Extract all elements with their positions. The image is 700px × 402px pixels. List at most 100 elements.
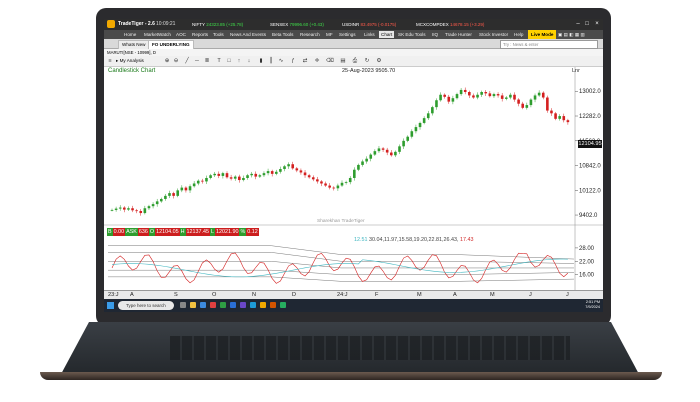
line-chart-icon[interactable]: ∿ (278, 58, 284, 64)
bar-icon[interactable]: ┃ (268, 58, 274, 64)
powerpoint-icon[interactable] (270, 302, 276, 308)
candle-body (459, 89, 463, 95)
save-icon[interactable]: ▤ (340, 58, 346, 64)
candle-body (151, 204, 155, 207)
candle-body (562, 116, 566, 121)
my-analysis-button[interactable]: ▸ My Analysis (116, 58, 144, 64)
ohlc-o-value: 12104.05 (155, 228, 180, 236)
menu-shortcut-icons[interactable]: ▣ ▤ ◧ ▦ ▥ (556, 31, 587, 38)
menu-iiq[interactable]: IIQ (430, 31, 440, 38)
indicator-icon[interactable]: ƒ (290, 58, 296, 64)
candle-icon[interactable]: ▮ (258, 58, 264, 64)
x-tick-label: A (130, 292, 134, 298)
hline-tool-icon[interactable]: ─ (194, 58, 200, 64)
zoom-in-icon[interactable]: ⊕ (164, 58, 170, 64)
x-tick-label: M (490, 292, 495, 298)
search-input[interactable]: Try : News & enter (500, 40, 598, 49)
outlook-icon[interactable] (250, 302, 256, 308)
compare-icon[interactable]: ⇄ (302, 58, 308, 64)
word-icon[interactable] (230, 302, 236, 308)
tab-fo-underlying[interactable]: FO UNDERLYING (148, 40, 194, 49)
windows-start-icon[interactable] (107, 302, 114, 309)
edge-icon[interactable] (200, 302, 206, 308)
indicator-tick-label: 22.00 (579, 259, 595, 265)
arrow-up-icon[interactable]: ↑ (236, 58, 242, 64)
task-view-icon[interactable] (180, 302, 186, 308)
menu-aoc[interactable]: AOC (174, 31, 188, 38)
file-explorer-icon[interactable] (190, 302, 196, 308)
laptop-base-edge (40, 372, 662, 380)
tradetiger-taskbar-icon[interactable] (260, 302, 266, 308)
candle-body (394, 151, 397, 156)
candle-body (353, 169, 356, 178)
ticker-mcxcompdex[interactable]: MCXCOMPDEX 14678.15 (+3.29) (416, 21, 484, 28)
candle-body (295, 168, 299, 171)
menu-research[interactable]: Research (298, 31, 322, 38)
candle-body (213, 173, 216, 176)
menu-icon[interactable]: ≡ (107, 58, 113, 64)
candle-body (131, 208, 134, 211)
candle-body (229, 177, 233, 179)
menu-marketwatch[interactable]: MarketWatch (142, 31, 173, 38)
chrome-icon[interactable] (210, 302, 216, 308)
menu-tools[interactable]: Tools (211, 31, 226, 38)
teams-icon[interactable] (240, 302, 246, 308)
candle-body (139, 210, 143, 214)
x-tick-label: S (174, 292, 178, 298)
candle-body (123, 207, 126, 210)
menu-stock-investor[interactable]: Stock Investor (477, 31, 510, 38)
menu-links[interactable]: Links (362, 31, 377, 38)
arrow-down-icon[interactable]: ↓ (246, 58, 252, 64)
candle-body (476, 94, 479, 98)
menu-help[interactable]: Help (512, 31, 525, 38)
candle-body (488, 93, 492, 97)
candle-body (402, 140, 405, 147)
menu-beta-tools[interactable]: Beta Tools (270, 31, 295, 38)
taskbar-search-input[interactable]: Type here to search (118, 301, 174, 310)
rect-tool-icon[interactable]: □ (226, 58, 232, 64)
ticker-sensex[interactable]: SENSEX 79996.60 (+0.43) (270, 21, 324, 28)
ticker-usdinr[interactable]: USDINR 83.4975 (-0.0175) (342, 21, 396, 28)
eraser-icon[interactable]: ⌫ (326, 58, 334, 64)
maximize-icon[interactable]: □ (583, 20, 591, 28)
candle-body (238, 176, 241, 181)
excel-icon[interactable] (220, 302, 226, 308)
menu-mf[interactable]: MF (324, 31, 335, 38)
print-icon[interactable]: ⎙ (352, 58, 358, 64)
candle-body (500, 95, 504, 99)
menu-reports[interactable]: Reports (190, 31, 210, 38)
candle-body (196, 180, 200, 184)
menu-trade-hunter[interactable]: Trade Hunter (443, 31, 474, 38)
candle-body (324, 183, 327, 186)
indicator-band (108, 276, 575, 282)
candle-body (159, 198, 163, 202)
app-icon[interactable] (280, 302, 286, 308)
ticker-nifty[interactable]: NIFTY 24323.85 (+25.78) (192, 21, 243, 28)
cursor-icon[interactable]: ✛ (314, 58, 320, 64)
menu-chart[interactable]: Chart (379, 31, 395, 38)
candle-body (246, 175, 249, 178)
line-tool-icon[interactable]: ╱ (184, 58, 190, 64)
symbol-row: MARUTI[NSE - 10999], D (104, 49, 603, 56)
fib-tool-icon[interactable]: ≣ (204, 58, 210, 64)
screen: TradeTiger - 2.6 10:09:21 NIFTY 24323.85… (104, 19, 603, 312)
refresh-icon[interactable]: ↻ (364, 58, 370, 64)
menu-home[interactable]: Home (122, 31, 138, 38)
tab-bar: Whats New FO UNDERLYING Try : News & ent… (104, 39, 603, 49)
minimize-icon[interactable]: – (574, 20, 582, 28)
close-icon[interactable]: × (593, 20, 601, 28)
candle-body (546, 97, 549, 111)
candle-body (369, 154, 373, 159)
zoom-out-icon[interactable]: ⊖ (173, 58, 179, 64)
tab-whats-new[interactable]: Whats New (118, 40, 150, 49)
chart-plot-area[interactable]: 13002.012282.011562.010842.010122.09402.… (104, 67, 603, 290)
live-mode-badge[interactable]: Live Mode (528, 30, 557, 39)
scale-toggle[interactable]: Lnr (572, 68, 580, 74)
menu-sk-edu-tools[interactable]: SK Edu Tools (396, 31, 428, 38)
menu-news-and-events[interactable]: News And Events (228, 31, 268, 38)
text-tool-icon[interactable]: T (216, 58, 222, 64)
settings-icon[interactable]: ⚙ (376, 58, 382, 64)
candle-body (344, 182, 348, 183)
menu-settings[interactable]: Settings (337, 31, 358, 38)
indicator-tick-label: 28.00 (579, 246, 595, 252)
